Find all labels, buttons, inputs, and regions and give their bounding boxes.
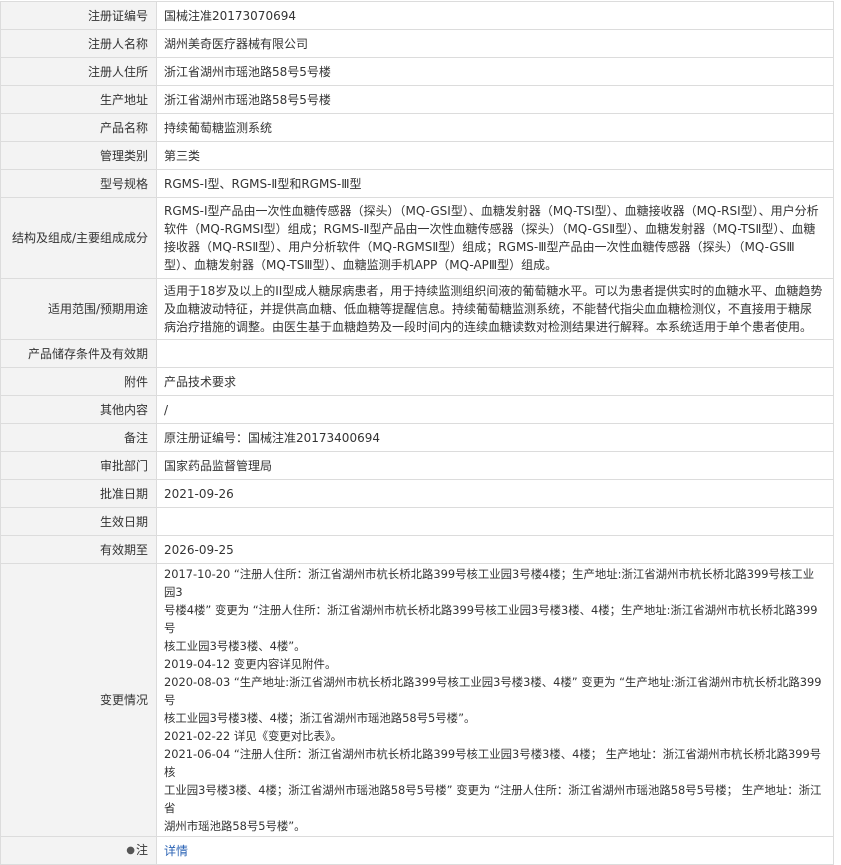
row-label: 注册人住所 — [0, 57, 157, 86]
row-label: 结构及组成/主要组成成分 — [0, 197, 157, 279]
row-label: 适用范围/预期用途 — [0, 278, 157, 340]
row-value: 适用于18岁及以上的II型成人糖尿病患者，用于持续监测组织间液的葡萄糖水平。可以… — [156, 278, 834, 340]
row-value: 第三类 — [156, 141, 834, 170]
row-value: 浙江省湖州市瑶池路58号5号楼 — [156, 57, 834, 86]
row-intended-use: 适用范围/预期用途 适用于18岁及以上的II型成人糖尿病患者，用于持续监测组织间… — [0, 278, 834, 340]
row-label: 型号规格 — [0, 169, 157, 198]
change-entry-line: 湖州市瑶池路58号5号楼”。 — [164, 819, 306, 833]
change-entry-line: 2017-10-20 “注册人住所：浙江省湖州市杭长桥北路399号核工业园3号楼… — [164, 567, 815, 599]
row-value: 国械注准20173070694 — [156, 1, 834, 30]
change-entry-line: 2021-06-04 “注册人住所：浙江省湖州市杭长桥北路399号核工业园3号楼… — [164, 747, 822, 779]
row-label: 注册人名称 — [0, 29, 157, 58]
change-entry-line: 2021-02-22 详见《变更对比表》。 — [164, 729, 343, 743]
row-change-history: 变更情况 2017-10-20 “注册人住所：浙江省湖州市杭长桥北路399号核工… — [0, 563, 834, 837]
row-effective-date: 生效日期 — [0, 507, 834, 536]
row-label: 变更情况 — [0, 563, 157, 837]
change-entry-line: 2019-04-12 变更内容详见附件。 — [164, 657, 337, 671]
row-label: 批准日期 — [0, 479, 157, 508]
row-registration-number: 注册证编号 国械注准20173070694 — [0, 1, 834, 30]
row-label: 注册证编号 — [0, 1, 157, 30]
change-entry-line: 核工业园3号楼3楼、4楼；浙江省湖州市瑶池路58号5号楼”。 — [164, 711, 476, 725]
note-label: 注 — [135, 843, 148, 857]
row-value: RGMS-Ⅰ型、RGMS-Ⅱ型和RGMS-Ⅲ型 — [156, 169, 834, 198]
row-value: 湖州美奇医疗器械有限公司 — [156, 29, 834, 58]
row-value — [156, 507, 834, 536]
row-value: 产品技术要求 — [156, 367, 834, 396]
pin-icon: ● — [126, 845, 135, 856]
row-approval-department: 审批部门 国家药品监督管理局 — [0, 451, 834, 480]
note-label-cell: ●注 — [0, 836, 157, 865]
row-other-content: 其他内容 / — [0, 395, 834, 424]
change-history-list: 2017-10-20 “注册人住所：浙江省湖州市杭长桥北路399号核工业园3号楼… — [156, 563, 834, 837]
row-label: 产品储存条件及有效期 — [0, 339, 157, 368]
row-label: 有效期至 — [0, 535, 157, 564]
row-storage-shelf-life: 产品储存条件及有效期 — [0, 339, 834, 368]
row-label: 附件 — [0, 367, 157, 396]
detail-link[interactable]: 详情 — [164, 844, 188, 858]
row-value: 2026-09-25 — [156, 535, 834, 564]
row-production-address: 生产地址 浙江省湖州市瑶池路58号5号楼 — [0, 85, 834, 114]
row-expiry-date: 有效期至 2026-09-25 — [0, 535, 834, 564]
row-value — [156, 339, 834, 368]
row-value: 浙江省湖州市瑶池路58号5号楼 — [156, 85, 834, 114]
row-value: 2021-09-26 — [156, 479, 834, 508]
row-value: 持续葡萄糖监测系统 — [156, 113, 834, 142]
change-entry-line: 2020-08-03 “生产地址:浙江省湖州市杭长桥北路399号核工业园3号楼3… — [164, 675, 822, 707]
row-model-spec: 型号规格 RGMS-Ⅰ型、RGMS-Ⅱ型和RGMS-Ⅲ型 — [0, 169, 834, 198]
row-label: 产品名称 — [0, 113, 157, 142]
row-value: / — [156, 395, 834, 424]
row-product-name: 产品名称 持续葡萄糖监测系统 — [0, 113, 834, 142]
row-label: 生产地址 — [0, 85, 157, 114]
row-attachment: 附件 产品技术要求 — [0, 367, 834, 396]
change-entry-line: 号楼4楼” 变更为 “注册人住所：浙江省湖州市杭长桥北路399号核工业园3号楼3… — [164, 603, 818, 635]
row-value: 国家药品监督管理局 — [156, 451, 834, 480]
row-approval-date: 批准日期 2021-09-26 — [0, 479, 834, 508]
row-value: 原注册证编号：国械注准20173400694 — [156, 423, 834, 452]
row-management-category: 管理类别 第三类 — [0, 141, 834, 170]
row-label: 审批部门 — [0, 451, 157, 480]
row-structure-composition: 结构及组成/主要组成成分 RGMS-Ⅰ型产品由一次性血糖传感器（探头）（MQ-G… — [0, 197, 834, 279]
registration-info-table: 注册证编号 国械注准20173070694 注册人名称 湖州美奇医疗器械有限公司… — [0, 1, 834, 865]
row-registrant-address: 注册人住所 浙江省湖州市瑶池路58号5号楼 — [0, 57, 834, 86]
row-remarks: 备注 原注册证编号：国械注准20173400694 — [0, 423, 834, 452]
row-label: 其他内容 — [0, 395, 157, 424]
change-entry-line: 核工业园3号楼3楼、4楼”。 — [164, 639, 306, 653]
row-value: 详情 — [156, 836, 834, 865]
change-entry-line: 工业园3号楼3楼、4楼；浙江省湖州市瑶池路58号5号楼” 变更为 “注册人住所：… — [164, 783, 822, 815]
row-label: 管理类别 — [0, 141, 157, 170]
row-label: 生效日期 — [0, 507, 157, 536]
row-note: ●注 详情 — [0, 836, 834, 865]
row-value: RGMS-Ⅰ型产品由一次性血糖传感器（探头）（MQ-GSⅠ型）、血糖发射器（MQ… — [156, 197, 834, 279]
row-registrant-name: 注册人名称 湖州美奇医疗器械有限公司 — [0, 29, 834, 58]
row-label: 备注 — [0, 423, 157, 452]
